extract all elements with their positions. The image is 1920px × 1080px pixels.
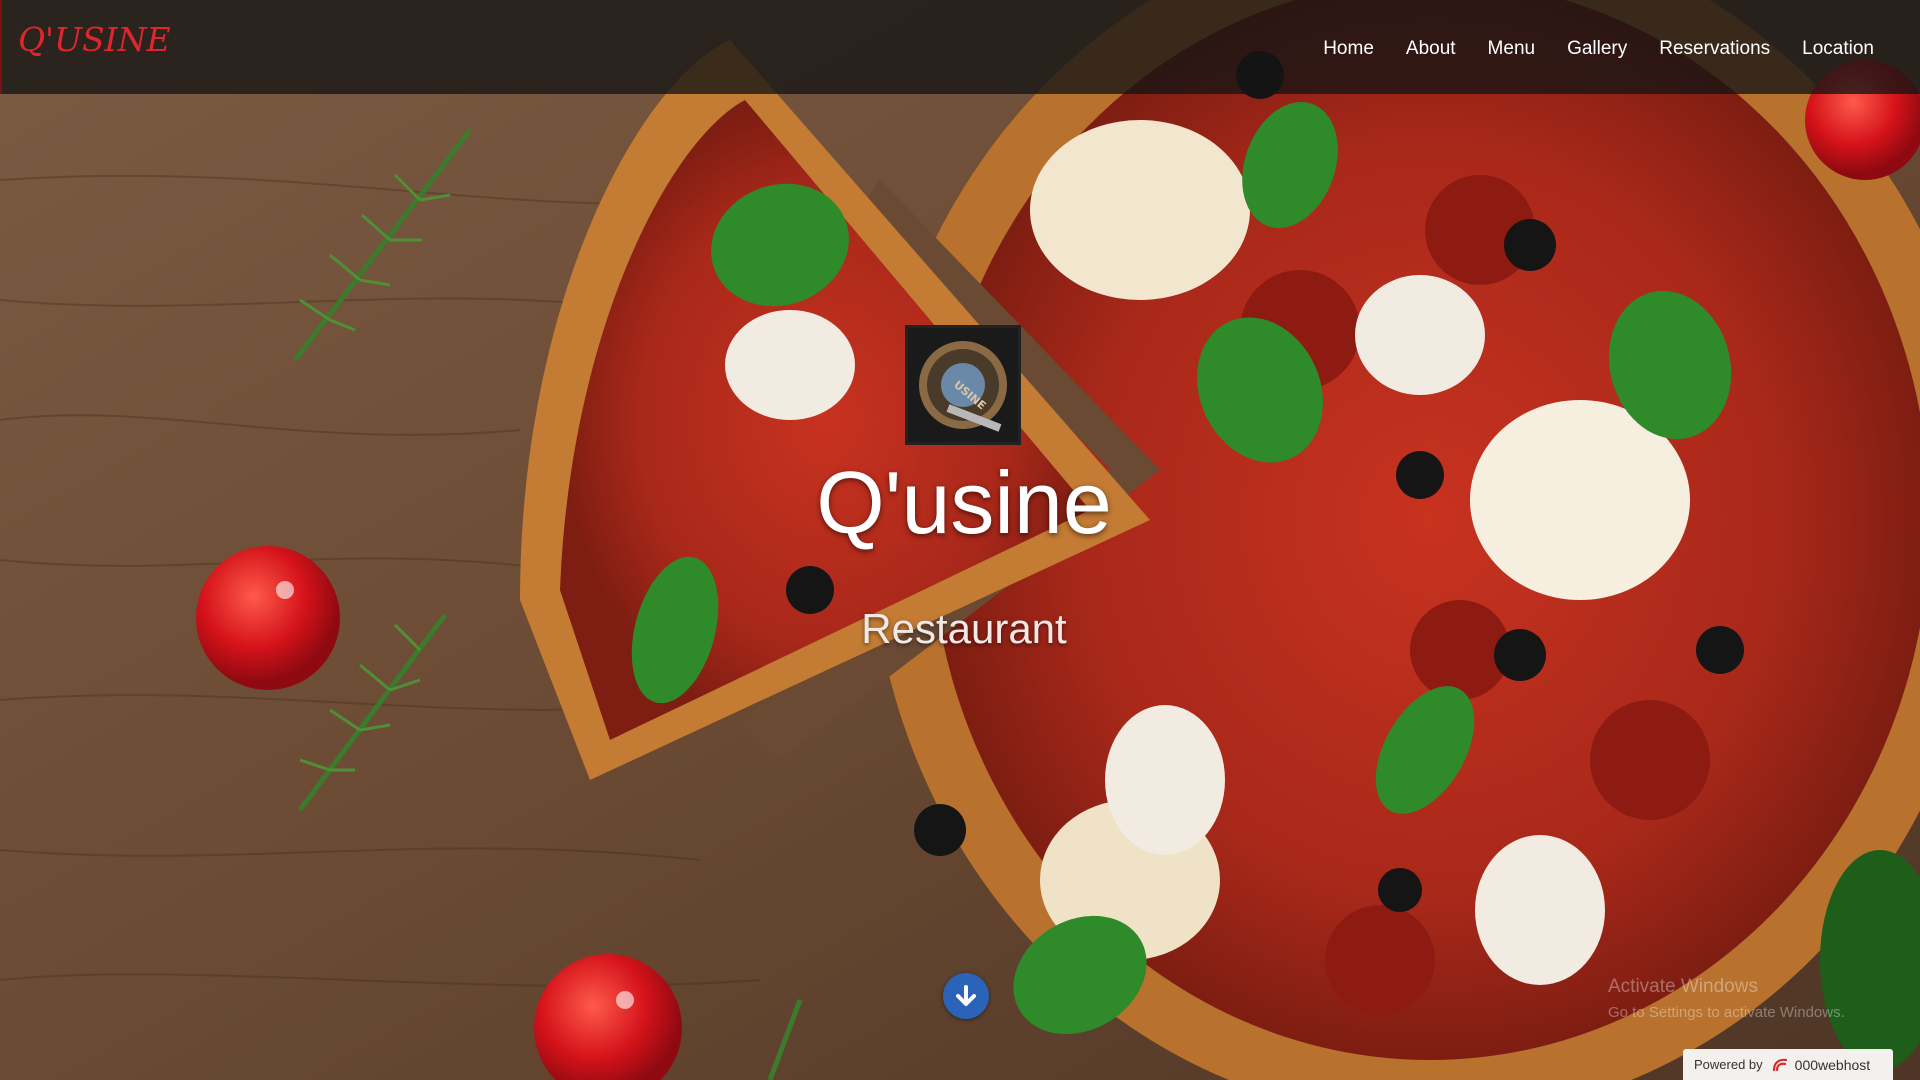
restaurant-logo-image: USINE: [905, 325, 1021, 445]
powered-by-host: 000webhost: [1794, 1056, 1871, 1073]
brand-logo-link[interactable]: Q'USINE: [18, 20, 171, 59]
nav-item-about: About: [1390, 34, 1472, 64]
nav-link-reservations[interactable]: Reservations: [1643, 34, 1786, 64]
nav-item-location: Location: [1786, 34, 1890, 64]
nav-item-reservations: Reservations: [1643, 34, 1786, 64]
page: Q'USINE Home About Menu Gallery Reservat…: [0, 0, 1920, 1080]
nav-item-gallery: Gallery: [1551, 34, 1643, 64]
hero-subtitle: Restaurant: [861, 605, 1067, 652]
nav-link-gallery[interactable]: Gallery: [1551, 34, 1643, 64]
nav-link-menu[interactable]: Menu: [1472, 34, 1552, 64]
watermark-subtitle: Go to Settings to activate Windows.: [1608, 1004, 1845, 1021]
navbar: Q'USINE Home About Menu Gallery Reservat…: [0, 0, 1920, 94]
activate-windows-watermark: Activate Windows Go to Settings to activ…: [1608, 976, 1845, 1021]
powered-by-badge[interactable]: Powered by 000webhost: [1683, 1049, 1893, 1080]
nav-item-home: Home: [1307, 34, 1390, 64]
hero-title: Q'usine: [816, 453, 1112, 552]
nav-menu: Home About Menu Gallery Reservations Loc…: [1307, 34, 1890, 64]
nav-link-home[interactable]: Home: [1307, 34, 1390, 64]
nav-item-menu: Menu: [1472, 34, 1552, 64]
scroll-down-button[interactable]: [943, 973, 989, 1019]
watermark-title: Activate Windows: [1608, 976, 1758, 997]
logo-emblem-icon: USINE: [908, 328, 1018, 442]
powered-by-label: Powered by: [1694, 1057, 1763, 1072]
webhost-logo-icon: [1772, 1058, 1787, 1071]
nav-link-location[interactable]: Location: [1786, 34, 1890, 64]
nav-link-about[interactable]: About: [1390, 34, 1472, 64]
arrow-down-icon: [956, 985, 976, 1006]
